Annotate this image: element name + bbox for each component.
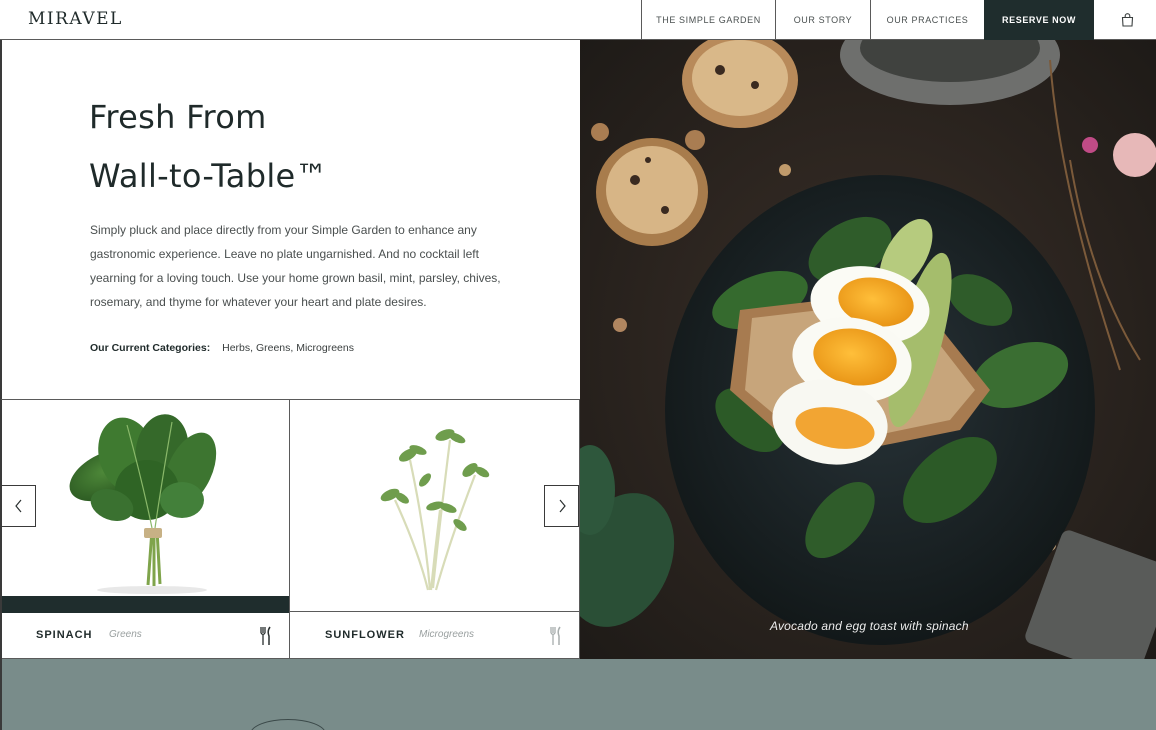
categories-value: Herbs, Greens, Microgreens [222,342,354,354]
nav-the-simple-garden[interactable]: THE SIMPLE GARDEN [641,0,775,40]
page-headline: Fresh From Wall-to-Table™ [89,88,529,206]
categories-line: Our Current Categories: Herbs, Greens, M… [90,342,354,354]
site-logo[interactable]: MIRAVEL [28,9,123,29]
intro-panel: Fresh From Wall-to-Table™ Simply pluck a… [0,40,580,400]
spinach-image [2,400,289,596]
product-name: SPINACH [36,629,93,641]
product-card-sunflower[interactable]: SUNFLOWER Microgreens [290,400,580,659]
reserve-now-button[interactable]: RESERVE NOW [984,0,1094,40]
product-category: Greens [109,629,142,640]
carousel-prev-button[interactable] [1,485,36,527]
sunflower-image [290,400,579,612]
intro-body: Simply pluck and place directly from you… [90,223,501,309]
product-name: SUNFLOWER [325,629,405,641]
active-card-indicator [2,596,289,613]
chevron-left-icon [14,499,21,513]
fork-knife-icon[interactable] [549,626,563,646]
product-category: Microgreens [419,629,475,640]
decorative-emblem-arc [250,719,326,730]
photo-caption: Avocado and egg toast with spinach [770,619,969,633]
shopping-bag-icon[interactable] [1116,11,1138,29]
site-header: MIRAVEL THE SIMPLE GARDEN OUR STORY OUR … [0,0,1156,40]
next-section-band [0,659,1156,730]
carousel-next-button[interactable] [544,485,579,527]
nav-our-story[interactable]: OUR STORY [775,0,870,40]
headline-line-1: Fresh From [89,98,267,136]
hero-food-photo: Avocado and egg toast with spinach [580,40,1156,659]
chevron-right-icon [559,499,566,513]
card-footer: SUNFLOWER Microgreens [290,613,579,659]
nav-our-practices[interactable]: OUR PRACTICES [870,0,984,40]
card-footer: SPINACH Greens [2,613,289,659]
fork-knife-icon[interactable] [259,626,273,646]
main-nav: THE SIMPLE GARDEN OUR STORY OUR PRACTICE… [641,0,1094,40]
product-card-spinach[interactable]: SPINACH Greens [0,400,290,659]
headline-line-2: Wall-to-Table™ [89,157,328,195]
categories-label: Our Current Categories: [90,342,211,354]
